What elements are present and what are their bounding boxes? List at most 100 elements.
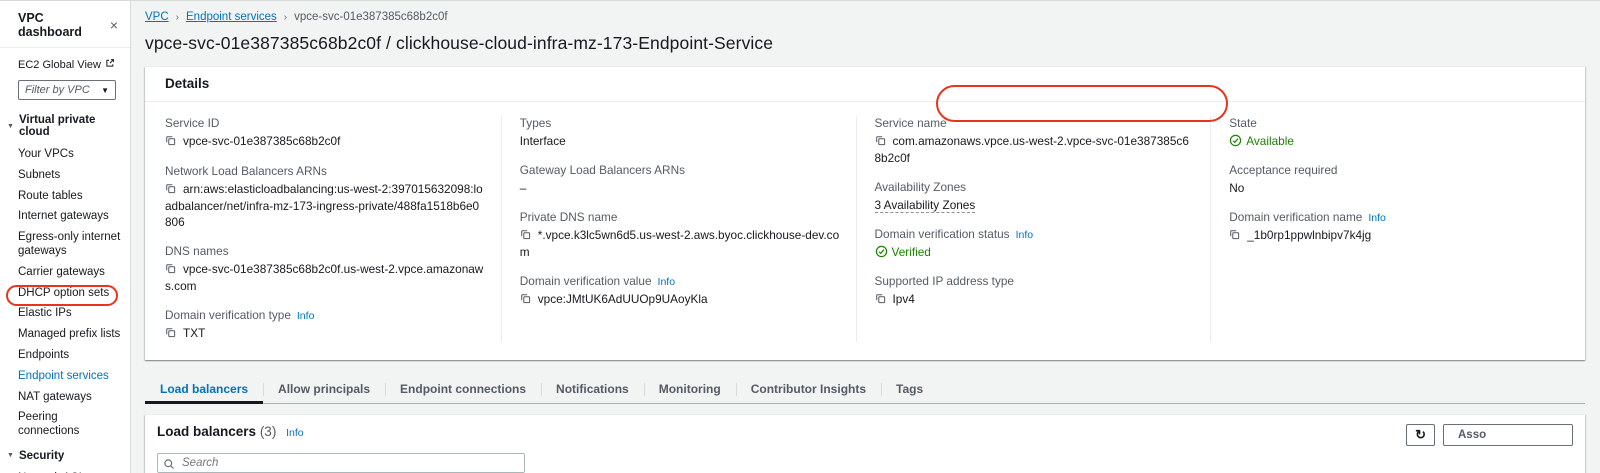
info-link[interactable]: Info [297,310,315,322]
details-panel: Details Service ID vpce-svc-01e387385c68… [145,66,1585,360]
copy-icon[interactable] [1229,229,1240,245]
sidebar-title: VPC dashboard [18,11,110,39]
sidebar-item-your-vpcs[interactable]: Your VPCs [18,147,122,163]
info-link[interactable]: Info [1016,229,1034,241]
details-title: Details [165,76,209,91]
field-domain-verification-name: Domain verification nameInfo _1b0rp1ppwl… [1229,210,1549,245]
field-dns-names: DNS names vpce-svc-01e387385c68b2c0f.us-… [165,244,485,295]
field-label: Acceptance required [1229,163,1549,177]
status-text: Available [1246,134,1294,150]
sidebar-item-peering-connections[interactable]: Peering connections [18,410,122,440]
sidebar-item-endpoints[interactable]: Endpoints [18,348,122,364]
field-value-text: – [520,181,840,197]
external-link-icon [105,58,115,71]
field-acceptance-required: Acceptance required No [1229,163,1549,197]
vpc-filter-select[interactable]: Filter by VPC ▼ [18,80,116,100]
sidebar-item-endpoint-services[interactable]: Endpoint services [18,369,122,385]
field-label: Network Load Balancers ARNs [165,164,485,178]
load-balancers-panel: Load balancers (3) Info ↻ Asso Availabil… [145,414,1585,473]
copy-icon[interactable] [165,263,176,279]
sidebar-item-elastic-ips[interactable]: Elastic IPs [18,306,122,322]
field-domain-verification-value: Domain verification valueInfo vpce:JMtUK… [520,274,840,309]
sidebar-item-managed-prefix-lists[interactable]: Managed prefix lists [18,327,122,343]
info-link[interactable]: Info [1368,212,1386,224]
field-label: Gateway Load Balancers ARNs [520,163,840,177]
tab-monitoring[interactable]: Monitoring [644,376,736,403]
copy-icon[interactable] [165,183,176,199]
details-column-4: State Available Acceptance required No D… [1210,116,1565,342]
chevron-down-icon: ▼ [101,86,109,95]
field-value-text: *.vpce.k3lc5wn6d5.us-west-2.aws.byoc.cli… [520,228,839,259]
close-icon[interactable]: × [110,20,118,30]
field-availability-zones: Availability Zones 3 Availability Zones [875,180,1195,214]
vpc-filter-placeholder: Filter by VPC [25,84,90,96]
field-value-text: com.amazonaws.vpce.us-west-2.vpce-svc-01… [875,134,1189,165]
sidebar: VPC dashboard × EC2 Global View Filter b… [0,1,131,473]
field-label: Availability Zones [875,180,1195,194]
field-value-text: vpce-svc-01e387385c68b2c0f [183,134,340,148]
details-column-2: Types Interface Gateway Load Balancers A… [501,116,856,342]
sidebar-item-route-tables[interactable]: Route tables [18,189,122,205]
breadcrumb-endpoint-services[interactable]: Endpoint services [186,11,277,23]
details-column-1: Service ID vpce-svc-01e387385c68b2c0f Ne… [165,116,501,342]
field-value-text: TXT [183,326,205,340]
nav-section-label: Virtual private cloud [19,114,122,138]
chevron-down-icon: ▼ [7,123,14,130]
sidebar-item-carrier-gateways[interactable]: Carrier gateways [18,265,122,281]
field-label: Types [520,116,840,130]
info-link[interactable]: Info [286,427,304,439]
search-icon [163,457,175,473]
chevron-down-icon: ▼ [7,452,14,459]
field-value-text: _1b0rp1ppwlnbipv7k4jg [1247,228,1371,242]
copy-icon[interactable] [520,293,531,309]
associate-button[interactable]: Asso [1443,424,1573,446]
field-value-text: No [1229,181,1549,197]
field-gwlb-arns: Gateway Load Balancers ARNs – [520,163,840,197]
breadcrumb: VPC › Endpoint services › vpce-svc-01e38… [145,11,1600,23]
tab-endpoint-connections[interactable]: Endpoint connections [385,376,541,403]
field-label: DNS names [165,244,485,258]
copy-icon[interactable] [875,135,886,151]
breadcrumb-vpc[interactable]: VPC [145,11,169,23]
field-value-text: Ipv4 [893,292,915,306]
sidebar-item-internet-gateways[interactable]: Internet gateways [18,209,122,225]
check-circle-icon [875,245,888,261]
ec2-global-view-link[interactable]: EC2 Global View [18,58,122,71]
field-private-dns-name: Private DNS name *.vpce.k3lc5wn6d5.us-we… [520,210,840,261]
sidebar-item-subnets[interactable]: Subnets [18,168,122,184]
tab-contributor-insights[interactable]: Contributor Insights [736,376,881,403]
field-service-id: Service ID vpce-svc-01e387385c68b2c0f [165,116,485,151]
nav-section-header-security[interactable]: ▼ Security [7,450,122,462]
copy-icon[interactable] [165,327,176,343]
tab-allow-principals[interactable]: Allow principals [263,376,385,403]
field-label: Domain verification status [875,227,1010,241]
refresh-button[interactable]: ↻ [1406,424,1435,446]
sidebar-item-egress-only-internet-gateways[interactable]: Egress-only internet gateways [18,230,122,260]
copy-icon[interactable] [520,229,531,245]
load-balancers-count: (3) [260,424,277,439]
availability-zones-link[interactable]: 3 Availability Zones [875,198,976,213]
ec2-global-view-label: EC2 Global View [18,59,101,71]
field-label: Service name [875,116,1195,130]
breadcrumb-current: vpce-svc-01e387385c68b2c0f [294,11,447,23]
sidebar-item-nat-gateways[interactable]: NAT gateways [18,390,122,406]
info-link[interactable]: Info [658,276,676,288]
nav-section-header-vpc[interactable]: ▼ Virtual private cloud [7,114,122,138]
field-nlb-arns: Network Load Balancers ARNs arn:aws:elas… [165,164,485,231]
tab-load-balancers[interactable]: Load balancers [145,376,263,404]
field-value-text: Interface [520,134,840,150]
sidebar-item-dhcp-option-sets[interactable]: DHCP option sets [18,286,122,302]
details-column-3: Service name com.amazonaws.vpce.us-west-… [856,116,1211,342]
tab-tags[interactable]: Tags [881,376,938,403]
copy-icon[interactable] [875,293,886,309]
copy-icon[interactable] [165,135,176,151]
field-value-text: vpce-svc-01e387385c68b2c0f.us-west-2.vpc… [165,262,483,293]
field-supported-ip-address-type: Supported IP address type Ipv4 [875,274,1195,309]
tab-notifications[interactable]: Notifications [541,376,644,403]
field-state: State Available [1229,116,1549,150]
nav-section-vpc: ▼ Virtual private cloud Your VPCs Subnet… [18,114,122,440]
field-label: Domain verification type [165,308,291,322]
search-input[interactable] [157,453,525,473]
field-label: Domain verification value [520,274,652,288]
field-label: Supported IP address type [875,274,1195,288]
